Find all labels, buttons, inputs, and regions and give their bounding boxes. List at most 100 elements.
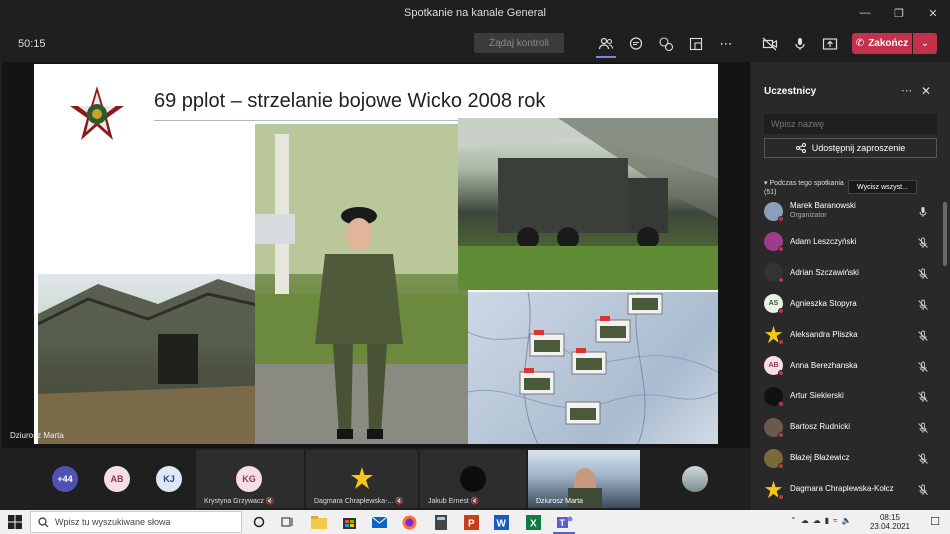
participant-row[interactable]: AS Agnieszka Stopyra: [764, 292, 937, 316]
participant-name: Bartosz Rudnicki: [790, 422, 851, 432]
mic-muted-icon[interactable]: [917, 329, 929, 341]
volume-icon[interactable]: 🔈: [842, 516, 852, 525]
mic-muted-icon[interactable]: [917, 360, 929, 372]
notification-center-icon[interactable]: ☐: [930, 515, 940, 528]
microphone-icon[interactable]: [790, 34, 810, 54]
mic-muted-icon[interactable]: [917, 267, 929, 279]
chat-icon[interactable]: [626, 34, 646, 54]
mic-muted-icon[interactable]: [917, 452, 929, 465]
battery-icon[interactable]: ▮: [825, 516, 829, 525]
wifi-icon[interactable]: ≈: [833, 516, 837, 525]
participant-row[interactable]: Artur Siekierski: [764, 384, 937, 408]
participant-name-block: Aleksandra Pliszka: [790, 330, 858, 340]
mic-muted-icon[interactable]: [917, 483, 929, 496]
presence-status-icon: [778, 493, 784, 500]
show-hidden-icons-chevron-icon[interactable]: ⌃: [790, 516, 797, 525]
firefox-icon[interactable]: [400, 513, 418, 531]
presence-status-icon: [778, 431, 784, 438]
excel-icon[interactable]: X: [524, 513, 542, 531]
tile-name: Dagmara Chraplewska-... 🔇: [314, 498, 405, 505]
gallery-avatar[interactable]: AB: [104, 466, 130, 492]
task-view-icon[interactable]: [278, 513, 296, 531]
share-screen-icon[interactable]: [820, 34, 840, 54]
participant-row[interactable]: AB Anna Berezhanska: [764, 354, 937, 378]
mic-muted-icon[interactable]: [917, 390, 929, 403]
participant-row[interactable]: Błażej Błażewicz: [764, 446, 937, 470]
svg-text:T: T: [560, 518, 566, 528]
window-titlebar: Spotkanie na kanale General — ❐ ✕: [0, 0, 950, 26]
calculator-icon[interactable]: [432, 513, 450, 531]
participant-avatar: [764, 232, 784, 253]
participant-name: Aleksandra Pliszka: [790, 329, 858, 339]
participant-avatar: [764, 479, 784, 500]
in-meeting-label: Podczas tego spotkania: [769, 180, 844, 187]
in-meeting-section-header[interactable]: ▾ Podczas tego spotkania (51): [764, 179, 844, 197]
video-tile[interactable]: KG Krystyna Grzywacz 🔇: [196, 450, 304, 508]
powerpoint-icon[interactable]: P: [462, 513, 480, 531]
participant-name: Marek Baranowski: [790, 201, 856, 210]
mic-muted-icon[interactable]: [917, 421, 929, 434]
participants-icon[interactable]: [596, 34, 616, 54]
taskbar-clock[interactable]: 08:15 23.04.2021: [870, 513, 910, 531]
leave-options-chevron-icon[interactable]: ⌄: [913, 33, 937, 54]
panel-close-icon[interactable]: ✕: [921, 84, 931, 98]
participant-row[interactable]: Bartosz Rudnicki: [764, 415, 937, 439]
network-icon[interactable]: ☁: [801, 516, 809, 525]
request-control-button[interactable]: Żądaj kontroli: [474, 33, 564, 53]
word-icon[interactable]: W: [492, 513, 510, 531]
leave-button[interactable]: ✆ Zakończ: [852, 33, 912, 54]
participant-row[interactable]: Adam Leszczyński: [764, 230, 937, 254]
gallery-avatar[interactable]: KJ: [156, 466, 182, 492]
presenter-video-tile[interactable]: Dziurosz Marta: [528, 450, 640, 508]
store-icon[interactable]: [340, 513, 358, 531]
overflow-participants-badge[interactable]: +44: [52, 466, 78, 492]
mic-muted-icon[interactable]: [917, 236, 929, 248]
participant-search-input[interactable]: [764, 114, 937, 134]
participant-avatar: [764, 263, 784, 284]
share-invite-button[interactable]: Udostępnij zaproszenie: [764, 138, 937, 158]
close-window-icon[interactable]: ✕: [916, 0, 950, 26]
participant-avatar: [764, 201, 784, 222]
camera-off-icon[interactable]: [760, 34, 780, 54]
participant-name-block: Bartosz Rudnicki: [790, 422, 850, 432]
microphone-icon[interactable]: [917, 205, 929, 217]
windows-start-icon[interactable]: [8, 515, 22, 529]
minimize-icon[interactable]: —: [848, 0, 882, 26]
participant-row[interactable]: Dagmara Chraplewska-Kołcz: [764, 477, 937, 501]
breakout-rooms-icon[interactable]: [686, 34, 706, 54]
presence-status-icon: [778, 215, 784, 222]
participant-row[interactable]: Adrian Szczawiński: [764, 261, 937, 285]
video-tile[interactable]: Jakub Ernest 🔇: [420, 450, 526, 508]
reactions-icon[interactable]: [656, 34, 676, 54]
participant-row[interactable]: Aleksandra Pliszka: [764, 323, 937, 347]
gallery-avatar[interactable]: [682, 466, 708, 492]
participant-row[interactable]: Marek Baranowski Organizator: [764, 199, 937, 223]
onedrive-icon[interactable]: ☁: [813, 516, 821, 525]
video-tile[interactable]: Dagmara Chraplewska-... 🔇: [306, 450, 418, 508]
cortana-icon[interactable]: [250, 513, 268, 531]
mute-all-button[interactable]: Wycisz wszyst...: [848, 180, 917, 194]
participant-name: Agnieszka Stopyra: [790, 298, 857, 308]
panel-more-options-icon[interactable]: ⋯: [901, 84, 912, 97]
presence-status-icon: [778, 370, 784, 376]
tile-avatar: [460, 466, 486, 492]
mic-off-icon: 🔇: [265, 498, 275, 505]
clock-date: 23.04.2021: [869, 522, 910, 531]
maximize-icon[interactable]: ❐: [882, 0, 916, 26]
slide-title: 69 pplot – strzelanie bojowe Wicko 2008 …: [154, 90, 546, 112]
tile-name: Krystyna Grzywacz 🔇: [204, 498, 275, 505]
participant-name: Adam Leszczyński: [790, 236, 857, 246]
participant-list-scrollbar[interactable]: [943, 202, 947, 266]
teams-icon[interactable]: T: [556, 513, 574, 531]
mic-muted-icon[interactable]: [917, 298, 929, 310]
search-icon: [38, 517, 49, 528]
presence-status-icon: [778, 246, 784, 253]
mic-off-icon: 🔇: [470, 498, 480, 505]
taskbar-search-box[interactable]: Wpisz tu wyszukiwane słowa: [30, 511, 242, 533]
mail-icon[interactable]: [370, 513, 388, 531]
file-explorer-icon[interactable]: [310, 513, 328, 531]
more-actions-icon[interactable]: ⋯: [716, 34, 736, 54]
svg-text:P: P: [468, 518, 475, 529]
tile-avatar: KG: [236, 466, 262, 492]
windows-taskbar: Wpisz tu wyszukiwane słowa P W X T ⌃ ☁ ☁…: [0, 510, 950, 534]
